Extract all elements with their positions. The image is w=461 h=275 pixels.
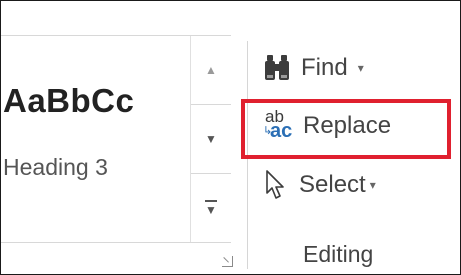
find-dropdown-arrow-icon[interactable]: ▾ [358,61,364,75]
select-button[interactable]: Select ▾ [263,169,376,201]
gallery-scroll-controls: ▲ ▼ ▼ [191,36,231,242]
scroll-up-icon: ▲ [205,63,217,77]
styles-gallery: AaBbCc Heading 3 ▲ ▼ ▼ [1,35,231,243]
find-button[interactable]: Find ▾ [263,53,364,83]
styles-dialog-launcher-icon[interactable] [221,255,235,269]
find-label: Find [301,54,348,81]
ribbon-frame: AaBbCc Heading 3 ▲ ▼ ▼ Find ▾ ab ↳ ac Re… [0,0,461,275]
binoculars-icon [265,55,289,80]
more-styles-icon: ▼ [205,199,217,217]
style-name-heading-3[interactable]: Heading 3 [3,154,108,181]
scroll-down-icon: ▼ [205,132,217,146]
select-dropdown-arrow-icon[interactable]: ▾ [370,178,376,192]
gallery-more-button[interactable]: ▼ [191,174,231,242]
cursor-arrow-icon [266,170,284,199]
style-sample-text[interactable]: AaBbCc [3,82,189,120]
gallery-scroll-down-button[interactable]: ▼ [191,105,231,174]
editing-group-label: Editing [303,241,374,267]
select-label: Select [299,171,366,198]
replace-highlight-box [241,99,451,159]
gallery-scroll-up-button[interactable]: ▲ [191,36,231,105]
